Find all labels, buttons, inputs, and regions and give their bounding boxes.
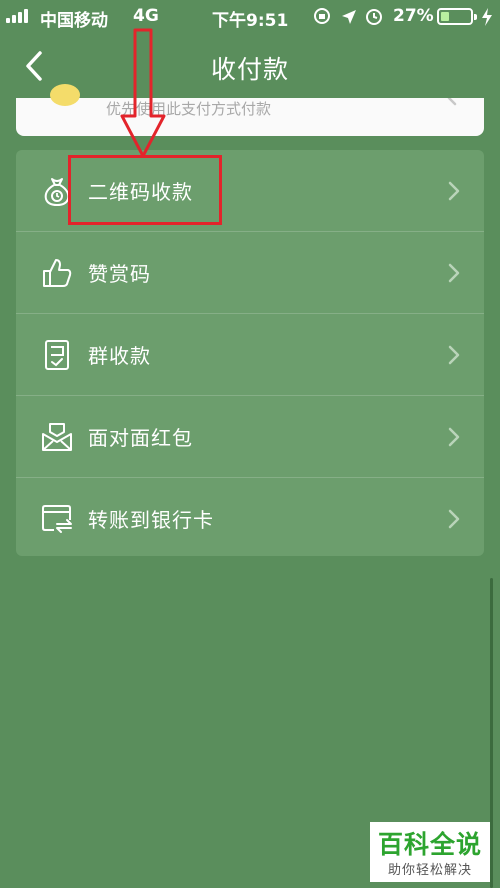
chevron-right-icon	[448, 181, 460, 201]
battery-icon	[437, 8, 477, 25]
annotation-highlight-box	[68, 155, 222, 225]
battery-level	[441, 12, 449, 21]
status-icons	[314, 8, 382, 25]
payment-method-card[interactable]: 优先使用此支付方式付款	[16, 84, 484, 136]
rotation-lock-icon	[314, 8, 330, 24]
status-time: 下午9:51	[212, 11, 289, 31]
scroll-indicator[interactable]	[490, 578, 493, 888]
watermark-logo: 百科全说 助你轻松解决	[370, 822, 490, 882]
watermark-subtitle: 助你轻松解决	[387, 863, 472, 878]
menu-item-reward-code[interactable]: 赞赏码	[16, 232, 484, 314]
chevron-right-icon	[448, 263, 460, 283]
group-bill-icon	[45, 340, 69, 370]
chevron-right-icon	[448, 509, 460, 529]
chevron-right-icon	[448, 427, 460, 447]
bank-card-transfer-icon	[42, 505, 72, 533]
menu-item-label: 面对面红包	[88, 426, 193, 450]
menu-item-face-to-face-red-packet[interactable]: 面对面红包	[16, 396, 484, 478]
thumbs-up-icon	[43, 259, 72, 287]
network-type: 4G	[133, 6, 159, 26]
signal-strength-icon	[6, 9, 32, 23]
alarm-icon	[366, 9, 382, 25]
annotation-arrow	[120, 28, 166, 158]
chevron-right-icon	[448, 345, 460, 365]
menu-item-label: 群收款	[88, 344, 151, 368]
page-title: 收付款	[210, 55, 289, 84]
status-bar: 中国移动 4G 下午9:51 27%	[0, 0, 500, 34]
payment-method-icon	[50, 84, 80, 106]
chevron-right-icon	[447, 98, 457, 106]
watermark-title: 百科全说	[377, 830, 482, 859]
battery-percent: 27%	[393, 6, 434, 26]
red-packet-icon	[42, 423, 72, 451]
menu-item-label: 转账到银行卡	[88, 508, 214, 532]
menu-item-group-collect[interactable]: 群收款	[16, 314, 484, 396]
menu-item-transfer-to-bank-card[interactable]: 转账到银行卡	[16, 478, 484, 560]
charging-icon	[482, 8, 492, 26]
location-icon	[342, 10, 356, 24]
menu-item-label: 赞赏码	[88, 262, 151, 286]
carrier-name: 中国移动	[40, 11, 108, 31]
